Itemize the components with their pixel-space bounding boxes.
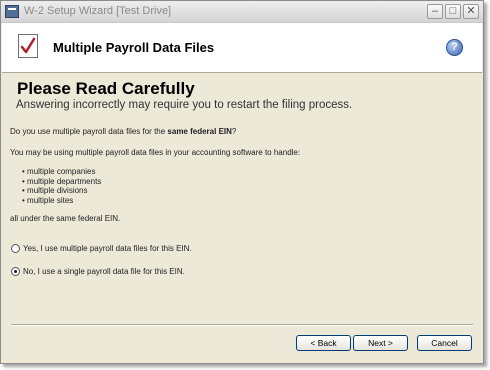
intro-text: You may be using multiple payroll data f…: [10, 148, 301, 157]
list-item: multiple sites: [22, 196, 101, 206]
option-multiple-files[interactable]: Yes, I use multiple payroll data files f…: [11, 244, 192, 253]
list-item: multiple divisions: [22, 186, 101, 196]
app-icon: [5, 5, 19, 18]
back-button[interactable]: < Back: [296, 335, 351, 351]
maximize-button[interactable]: □: [445, 4, 461, 19]
page-title: Multiple Payroll Data Files: [53, 40, 215, 55]
checkmark-icon: [18, 34, 38, 58]
option-label-multiple: Yes, I use multiple payroll data files f…: [23, 244, 192, 253]
title-bar[interactable]: W-2 Setup Wizard [Test Drive] – □ ✕: [1, 1, 483, 23]
question-suffix: ?: [231, 127, 237, 136]
question-prefix: Do you use multiple payroll data files f…: [10, 127, 168, 136]
list-item: multiple companies: [22, 167, 101, 177]
list-item: multiple departments: [22, 177, 101, 187]
section-heading: Please Read Carefully: [17, 79, 195, 98]
footer-divider: [11, 324, 473, 326]
window-title: W-2 Setup Wizard [Test Drive]: [24, 5, 172, 17]
option-single-file[interactable]: No, I use a single payroll data file for…: [11, 267, 185, 276]
option-label-single: No, I use a single payroll data file for…: [23, 267, 185, 276]
cancel-button[interactable]: Cancel: [417, 335, 472, 351]
radio-button-multiple[interactable]: [11, 244, 20, 253]
help-icon[interactable]: ?: [446, 39, 463, 56]
next-button[interactable]: Next >: [353, 335, 408, 351]
wizard-window: W-2 Setup Wizard [Test Drive] – □ ✕ Mult…: [0, 0, 484, 364]
question-bold: same federal EIN: [167, 127, 232, 136]
footer-note: all under the same federal EIN.: [10, 214, 121, 223]
section-subheading: Answering incorrectly may require you to…: [16, 99, 353, 111]
wizard-header: Multiple Payroll Data Files ?: [2, 23, 482, 73]
bullet-list: multiple companies multiple departments …: [22, 167, 101, 205]
question-text: Do you use multiple payroll data files f…: [10, 127, 236, 136]
minimize-button[interactable]: –: [427, 4, 443, 19]
close-button[interactable]: ✕: [463, 4, 479, 19]
radio-button-single[interactable]: [11, 267, 20, 276]
